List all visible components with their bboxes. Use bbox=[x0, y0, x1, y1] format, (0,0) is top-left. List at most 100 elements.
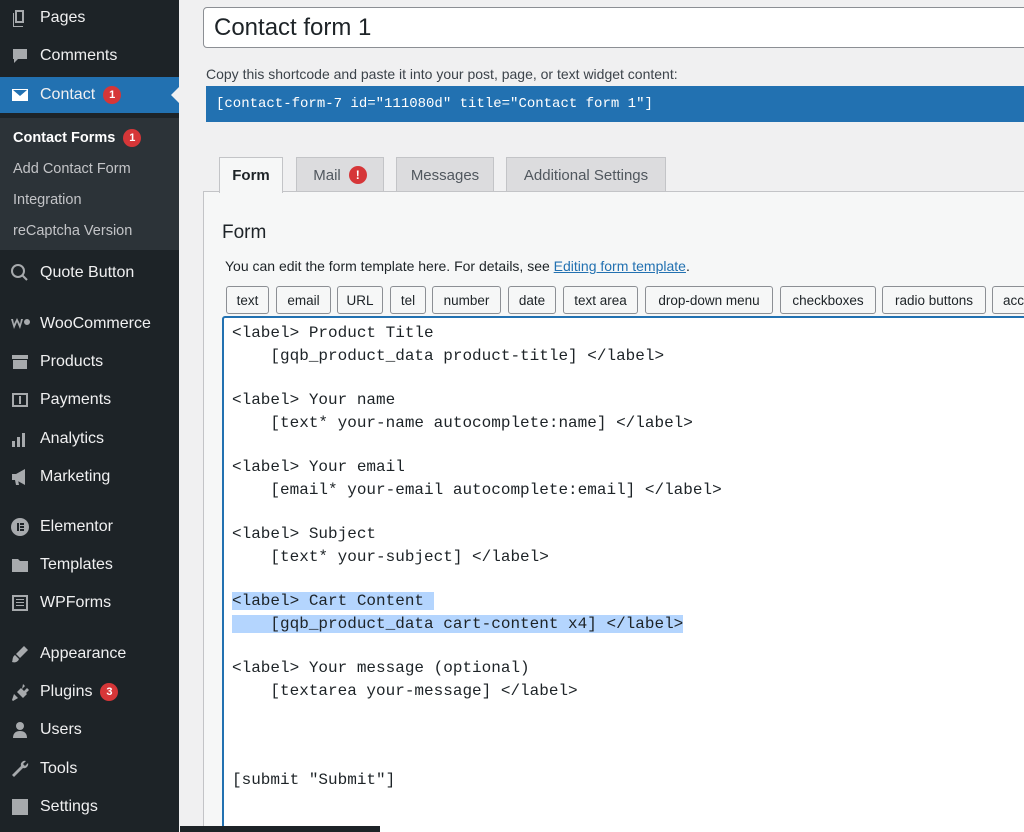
wrench-icon bbox=[9, 758, 31, 780]
analytics-icon bbox=[9, 428, 31, 450]
sidebar-item-label: Users bbox=[40, 721, 82, 738]
warning-icon: ! bbox=[348, 166, 367, 184]
description-text: You can edit the form template here. For… bbox=[225, 258, 554, 274]
tag-button-drop-down-menu[interactable]: drop-down menu bbox=[645, 286, 773, 314]
selected-template-line: <label> Cart Content bbox=[232, 592, 434, 610]
submenu-item-label: Contact Forms bbox=[13, 129, 116, 146]
shortcode-field[interactable]: [contact-form-7 id="111080d" title="Cont… bbox=[206, 86, 1024, 122]
tab-mail[interactable]: Mail! bbox=[296, 157, 384, 192]
sidebar-item-analytics[interactable]: Analytics bbox=[0, 421, 179, 457]
sidebar-item-elementor[interactable]: Elementor bbox=[0, 509, 179, 545]
template-line: [text* your-subject] </label> bbox=[232, 548, 549, 566]
megaphone-icon bbox=[9, 466, 31, 488]
sidebar-item-label: Quote Button bbox=[40, 264, 135, 281]
tab-label: Form bbox=[232, 167, 270, 184]
template-line: <label> Subject bbox=[232, 525, 377, 543]
sidebar-item-label: Plugins bbox=[40, 683, 93, 701]
sidebar-item-pages[interactable]: Pages bbox=[0, 0, 179, 36]
sidebar-item-label: Templates bbox=[40, 556, 113, 573]
sidebar-item-label: Products bbox=[40, 353, 104, 370]
form-template-editor[interactable]: <label> Product Title [gqb_product_data … bbox=[222, 316, 1024, 832]
sidebar-item-appearance[interactable]: Appearance bbox=[0, 636, 179, 672]
sidebar-item-contact[interactable]: Contact 1 bbox=[0, 77, 179, 113]
pages-icon bbox=[9, 7, 31, 29]
sidebar-item-payments[interactable]: Payments bbox=[0, 382, 179, 418]
text-selection: [gqb_product_data cart-content x4] </lab… bbox=[232, 615, 684, 633]
tab-label: Messages bbox=[410, 166, 480, 184]
sidebar-item-label: Marketing bbox=[40, 468, 111, 485]
sidebar-item-tools[interactable]: Tools bbox=[0, 751, 179, 787]
notification-badge: 3 bbox=[100, 682, 119, 701]
bottom-edge-bar bbox=[180, 826, 380, 832]
sidebar-item-comments[interactable]: Comments bbox=[0, 38, 179, 74]
sidebar-item-label: WPForms bbox=[40, 594, 112, 611]
admin-sidebar: Pages Comments Contact 1 Contact Forms 1 A… bbox=[0, 0, 179, 832]
form-title-input[interactable] bbox=[203, 7, 1024, 48]
paintbrush-icon bbox=[9, 643, 31, 665]
sidebar-item-wpforms[interactable]: WPForms bbox=[0, 585, 179, 621]
sidebar-item-label: Tools bbox=[40, 760, 78, 777]
sidebar-item-woocommerce[interactable]: WooCommerce bbox=[0, 306, 179, 342]
settings-icon bbox=[9, 796, 31, 818]
text-selection: <label> Cart Content bbox=[232, 592, 434, 610]
sidebar-item-quote-button[interactable]: Quote Button bbox=[0, 255, 179, 291]
tag-button-url[interactable]: URL bbox=[337, 286, 383, 314]
tab-label: Mail bbox=[313, 166, 341, 184]
panel-description: You can edit the form template here. For… bbox=[225, 258, 690, 274]
woocommerce-icon bbox=[9, 313, 31, 335]
selected-template-line: [gqb_product_data cart-content x4] </lab… bbox=[232, 615, 684, 633]
sidebar-item-label: Contact bbox=[40, 86, 96, 104]
tag-button-checkboxes[interactable]: checkboxes bbox=[780, 286, 876, 314]
sidebar-item-label: Comments bbox=[40, 47, 118, 64]
tag-button-text-area[interactable]: text area bbox=[563, 286, 638, 314]
template-line: [email* your-email autocomplete:email] <… bbox=[232, 481, 722, 499]
sidebar-item-label: Settings bbox=[40, 798, 98, 815]
shortcode-instructions: Copy this shortcode and paste it into yo… bbox=[206, 66, 678, 82]
submenu-item-add-contact-form[interactable]: Add Contact Form bbox=[13, 161, 131, 177]
tag-button-radio-buttons[interactable]: radio buttons bbox=[882, 286, 986, 314]
contact-submenu: Contact Forms 1 Add Contact Form Integrat… bbox=[0, 118, 179, 250]
submenu-item-recaptcha-version[interactable]: reCaptcha Version bbox=[13, 223, 132, 239]
template-line: <label> Product Title bbox=[232, 324, 434, 342]
payments-icon bbox=[9, 389, 31, 411]
submenu-item-integration[interactable]: Integration bbox=[13, 192, 82, 208]
sidebar-item-label: Appearance bbox=[40, 645, 127, 662]
template-line: [submit "Submit"] bbox=[232, 771, 396, 789]
template-line: [text* your-name autocomplete:name] </la… bbox=[232, 414, 693, 432]
tag-button-tel[interactable]: tel bbox=[390, 286, 426, 314]
sidebar-item-label: Payments bbox=[40, 391, 112, 408]
mail-icon bbox=[9, 84, 31, 106]
wpforms-icon bbox=[9, 592, 31, 614]
sidebar-item-plugins[interactable]: Plugins 3 bbox=[0, 674, 179, 710]
tag-button-number[interactable]: number bbox=[432, 286, 501, 314]
archive-icon bbox=[9, 351, 31, 373]
tab-form[interactable]: Form bbox=[219, 157, 283, 193]
template-line: <label> Your name bbox=[232, 391, 396, 409]
quote-icon bbox=[9, 262, 31, 284]
submenu-item-contact-forms[interactable]: Contact Forms 1 bbox=[13, 129, 142, 147]
template-line: <label> Your message (optional) bbox=[232, 659, 530, 677]
template-line: [textarea your-message] </label> bbox=[232, 682, 578, 700]
tag-button-date[interactable]: date bbox=[508, 286, 556, 314]
tab-label: Additional Settings bbox=[523, 166, 649, 184]
tab-messages[interactable]: Messages bbox=[396, 157, 494, 192]
users-icon bbox=[9, 719, 31, 741]
sidebar-item-label: Pages bbox=[40, 9, 86, 26]
tab-additional-settings[interactable]: Additional Settings bbox=[506, 157, 666, 192]
description-suffix: . bbox=[685, 258, 690, 274]
tag-button-email[interactable]: email bbox=[276, 286, 331, 314]
sidebar-item-products[interactable]: Products bbox=[0, 344, 179, 380]
notification-badge: 1 bbox=[123, 129, 142, 147]
folder-icon bbox=[9, 554, 31, 576]
sidebar-item-templates[interactable]: Templates bbox=[0, 547, 179, 583]
tag-button-text[interactable]: text bbox=[226, 286, 269, 314]
editing-form-template-link[interactable]: Editing form template bbox=[554, 258, 686, 274]
template-line: <label> Your email bbox=[232, 458, 405, 476]
sidebar-item-label: Analytics bbox=[40, 430, 105, 447]
comments-icon bbox=[9, 45, 31, 67]
tag-button-acceptance[interactable]: acc bbox=[992, 286, 1024, 314]
sidebar-item-label: Elementor bbox=[40, 518, 113, 535]
sidebar-item-marketing[interactable]: Marketing bbox=[0, 459, 179, 495]
sidebar-item-users[interactable]: Users bbox=[0, 712, 179, 748]
sidebar-item-settings[interactable]: Settings bbox=[0, 789, 179, 825]
